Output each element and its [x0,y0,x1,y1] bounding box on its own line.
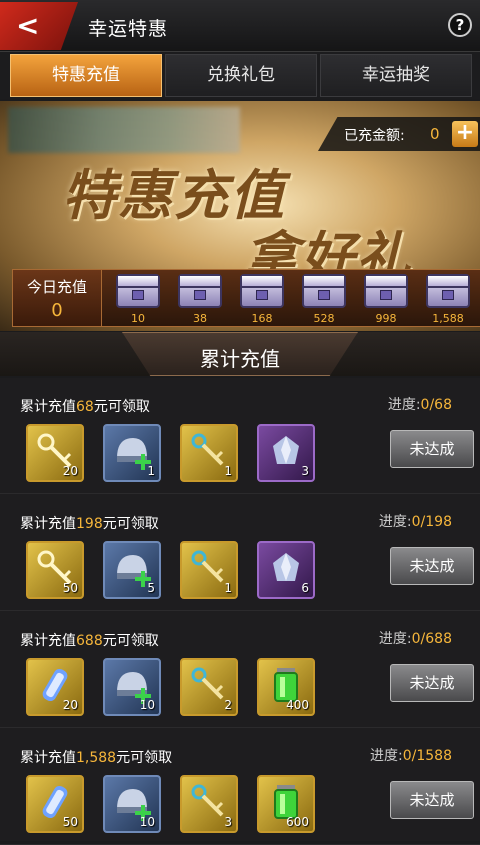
chest-icon [116,274,160,308]
chest-icon [240,274,284,308]
reward-condition: 累计充值68元可领取 [20,399,150,415]
reward-item[interactable]: 5 [103,541,161,599]
chest-threshold: 38 [193,312,207,325]
reward-item[interactable]: 10 [103,775,161,833]
progress-text: 进度:0/1588 [370,748,452,764]
chest-icon [302,274,346,308]
helmet-icon [117,555,151,587]
page-title: 幸运特惠 [88,18,169,40]
chest-threshold: 168 [251,312,273,325]
reward-condition: 累计充值688元可领取 [20,633,159,649]
tab-special-recharge[interactable]: 特惠充值 [10,54,162,97]
reward-row: 累计充值688元可领取 进度:0/688 20 10 2 400 未达成 [0,612,480,728]
reward-item[interactable]: 50 [26,775,84,833]
chest-track: 10 38 168 528 998 1,588 [102,269,480,327]
chain-key-icon [191,784,224,817]
progress-text: 进度:0/688 [378,631,452,647]
reward-row: 累计充值1,588元可领取 进度:0/1588 50 10 3 600 未达成 [0,729,480,845]
chest-threshold: 10 [131,312,145,325]
progress-text: 进度:0/68 [387,397,452,413]
reward-item[interactable]: 600 [257,775,315,833]
reward-row: 累计充值68元可领取 进度:0/68 20 1 1 3 未达成 [0,378,480,494]
section-header: 累计充值 [0,332,480,376]
reward-item[interactable]: 1 [180,541,238,599]
claim-button[interactable]: 未达成 [390,430,474,468]
add-recharge-button[interactable]: + [452,121,478,147]
reward-item[interactable]: 3 [180,775,238,833]
chest-tier[interactable]: 10 [108,270,168,328]
reward-item[interactable]: 1 [103,424,161,482]
tab-lucky-draw[interactable]: 幸运抽奖 [320,54,472,97]
chest-threshold: 1,588 [432,312,464,325]
reward-list: 累计充值68元可领取 进度:0/68 20 1 1 3 未达成 累计充值198元… [0,378,480,845]
reward-row: 累计充值198元可领取 进度:0/198 50 5 1 6 未达成 [0,495,480,611]
claim-button[interactable]: 未达成 [390,547,474,585]
today-recharge-label: 今日充值 [26,278,87,296]
top-bar: < 幸运特惠 ? [0,0,480,52]
chest-icon [426,274,470,308]
tab-bar: 特惠充值 兑换礼包 幸运抽奖 [0,52,480,99]
helmet-icon [117,438,151,470]
crystal-icon [273,436,299,464]
paid-amount-label: 已充金额: [344,128,405,144]
today-recharge-value: 0 [51,300,63,321]
paid-amount-value: 0 [430,125,440,143]
reward-item[interactable]: 20 [26,658,84,716]
chest-tier[interactable]: 38 [170,270,230,328]
crystal-icon [273,553,299,581]
back-arrow-icon: < [16,9,40,42]
chain-key-icon [191,433,224,466]
chest-tier[interactable]: 1,588 [418,270,478,328]
chest-icon [178,274,222,308]
reward-item[interactable]: 6 [257,541,315,599]
claim-button[interactable]: 未达成 [390,664,474,702]
progress-text: 进度:0/198 [378,514,452,530]
tab-exchange-gift[interactable]: 兑换礼包 [165,54,317,97]
reward-item[interactable]: 50 [26,541,84,599]
section-plate: 累计充值 [122,332,358,376]
paid-amount-panel: 已充金额: 0 + [318,117,480,151]
chain-key-icon [191,667,224,700]
chest-tier[interactable]: 998 [356,270,416,328]
reward-item[interactable]: 10 [103,658,161,716]
chest-threshold: 998 [375,312,397,325]
reward-item[interactable]: 3 [257,424,315,482]
reward-item[interactable]: 20 [26,424,84,482]
reward-item[interactable]: 1 [180,424,238,482]
section-title: 累计充值 [200,347,280,371]
reward-item[interactable]: 400 [257,658,315,716]
promo-banner: 已充金额: 0 + 特惠充值 拿好礼 今日充值 0 10 38 168 528 … [0,101,480,331]
chest-icon [364,274,408,308]
chest-tier[interactable]: 168 [232,270,292,328]
chest-tier[interactable]: 528 [294,270,354,328]
redacted-area [8,107,240,153]
reward-item[interactable]: 2 [180,658,238,716]
reward-condition: 累计充值1,588元可领取 [20,750,173,766]
chain-key-icon [191,550,224,583]
chest-threshold: 528 [313,312,335,325]
back-button[interactable]: < [0,2,78,50]
reward-condition: 累计充值198元可领取 [20,516,159,532]
today-recharge-panel: 今日充值 0 [12,269,102,327]
help-button[interactable]: ? [448,13,472,37]
claim-button[interactable]: 未达成 [390,781,474,819]
